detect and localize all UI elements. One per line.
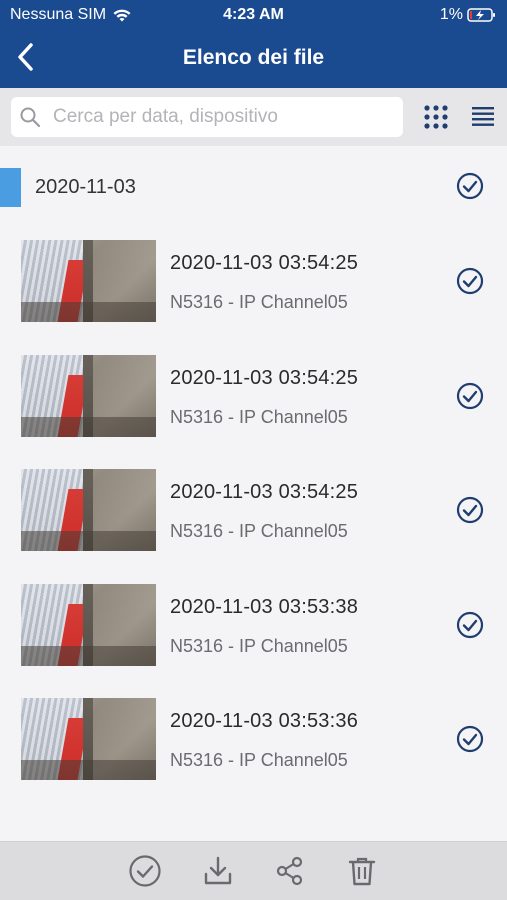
search-input[interactable]	[53, 106, 383, 128]
file-timestamp: 2020-11-03 03:54:25	[170, 367, 359, 389]
battery: 1%	[440, 6, 497, 24]
select-all-icon	[129, 855, 161, 887]
share-button[interactable]	[273, 854, 307, 888]
file-device: N5316 - IP Channel05	[170, 292, 348, 312]
file-device: N5316 - IP Channel05	[170, 750, 348, 770]
select-all-button[interactable]	[128, 854, 162, 888]
check-circle-icon[interactable]	[456, 382, 484, 410]
file-timestamp: 2020-11-03 03:53:36	[170, 710, 359, 732]
status-bar: Nessuna SIM 4:23 AM 1%	[0, 0, 507, 30]
battery-percent: 1%	[439, 6, 463, 23]
list-item[interactable]: 2020-11-03 03:53:38 N5316 - IP Channel05	[0, 584, 507, 668]
grid-icon	[424, 105, 448, 129]
list-item[interactable]: 2020-11-03 03:54:25 N5316 - IP Channel05	[0, 240, 507, 324]
grid-view-button[interactable]	[422, 103, 450, 131]
check-circle-icon[interactable]	[456, 267, 484, 295]
date-group-header: 2020-11-03	[0, 166, 507, 208]
clock: 4:23 AM	[223, 6, 284, 23]
check-circle-icon[interactable]	[456, 725, 484, 753]
video-thumbnail[interactable]	[21, 355, 156, 437]
video-thumbnail[interactable]	[21, 469, 156, 551]
file-device: N5316 - IP Channel05	[170, 636, 348, 656]
download-icon	[204, 856, 232, 885]
list-item[interactable]: 2020-11-03 03:53:36 N5316 - IP Channel05	[0, 698, 507, 782]
file-timestamp: 2020-11-03 03:53:38	[170, 596, 359, 618]
delete-button[interactable]	[345, 854, 379, 888]
check-circle-icon[interactable]	[456, 172, 484, 200]
check-circle-icon[interactable]	[456, 496, 484, 524]
file-timestamp: 2020-11-03 03:54:25	[170, 481, 359, 503]
bottom-toolbar	[0, 841, 507, 900]
search-icon	[20, 107, 41, 128]
search-box[interactable]	[11, 97, 403, 137]
check-circle-icon[interactable]	[456, 611, 484, 639]
list-icon	[472, 107, 494, 126]
list-view-button[interactable]	[470, 104, 496, 130]
file-timestamp: 2020-11-03 03:54:25	[170, 252, 359, 274]
list-item[interactable]: 2020-11-03 03:54:25 N5316 - IP Channel05	[0, 469, 507, 553]
file-device: N5316 - IP Channel05	[170, 521, 348, 541]
page-title: Elenco dei file	[182, 46, 325, 69]
group-date: 2020-11-03	[35, 176, 136, 198]
battery-charging-icon	[467, 8, 495, 22]
trash-icon	[348, 857, 376, 886]
group-marker	[0, 168, 21, 207]
video-thumbnail[interactable]	[21, 698, 156, 780]
download-button[interactable]	[201, 854, 235, 888]
list-item[interactable]: 2020-11-03 03:54:25 N5316 - IP Channel05	[0, 355, 507, 439]
file-device: N5316 - IP Channel05	[170, 407, 348, 427]
app-header: Nessuna SIM 4:23 AM 1% Elenco dei file	[0, 0, 507, 88]
video-thumbnail[interactable]	[21, 584, 156, 666]
video-thumbnail[interactable]	[21, 240, 156, 322]
share-icon	[276, 856, 303, 886]
